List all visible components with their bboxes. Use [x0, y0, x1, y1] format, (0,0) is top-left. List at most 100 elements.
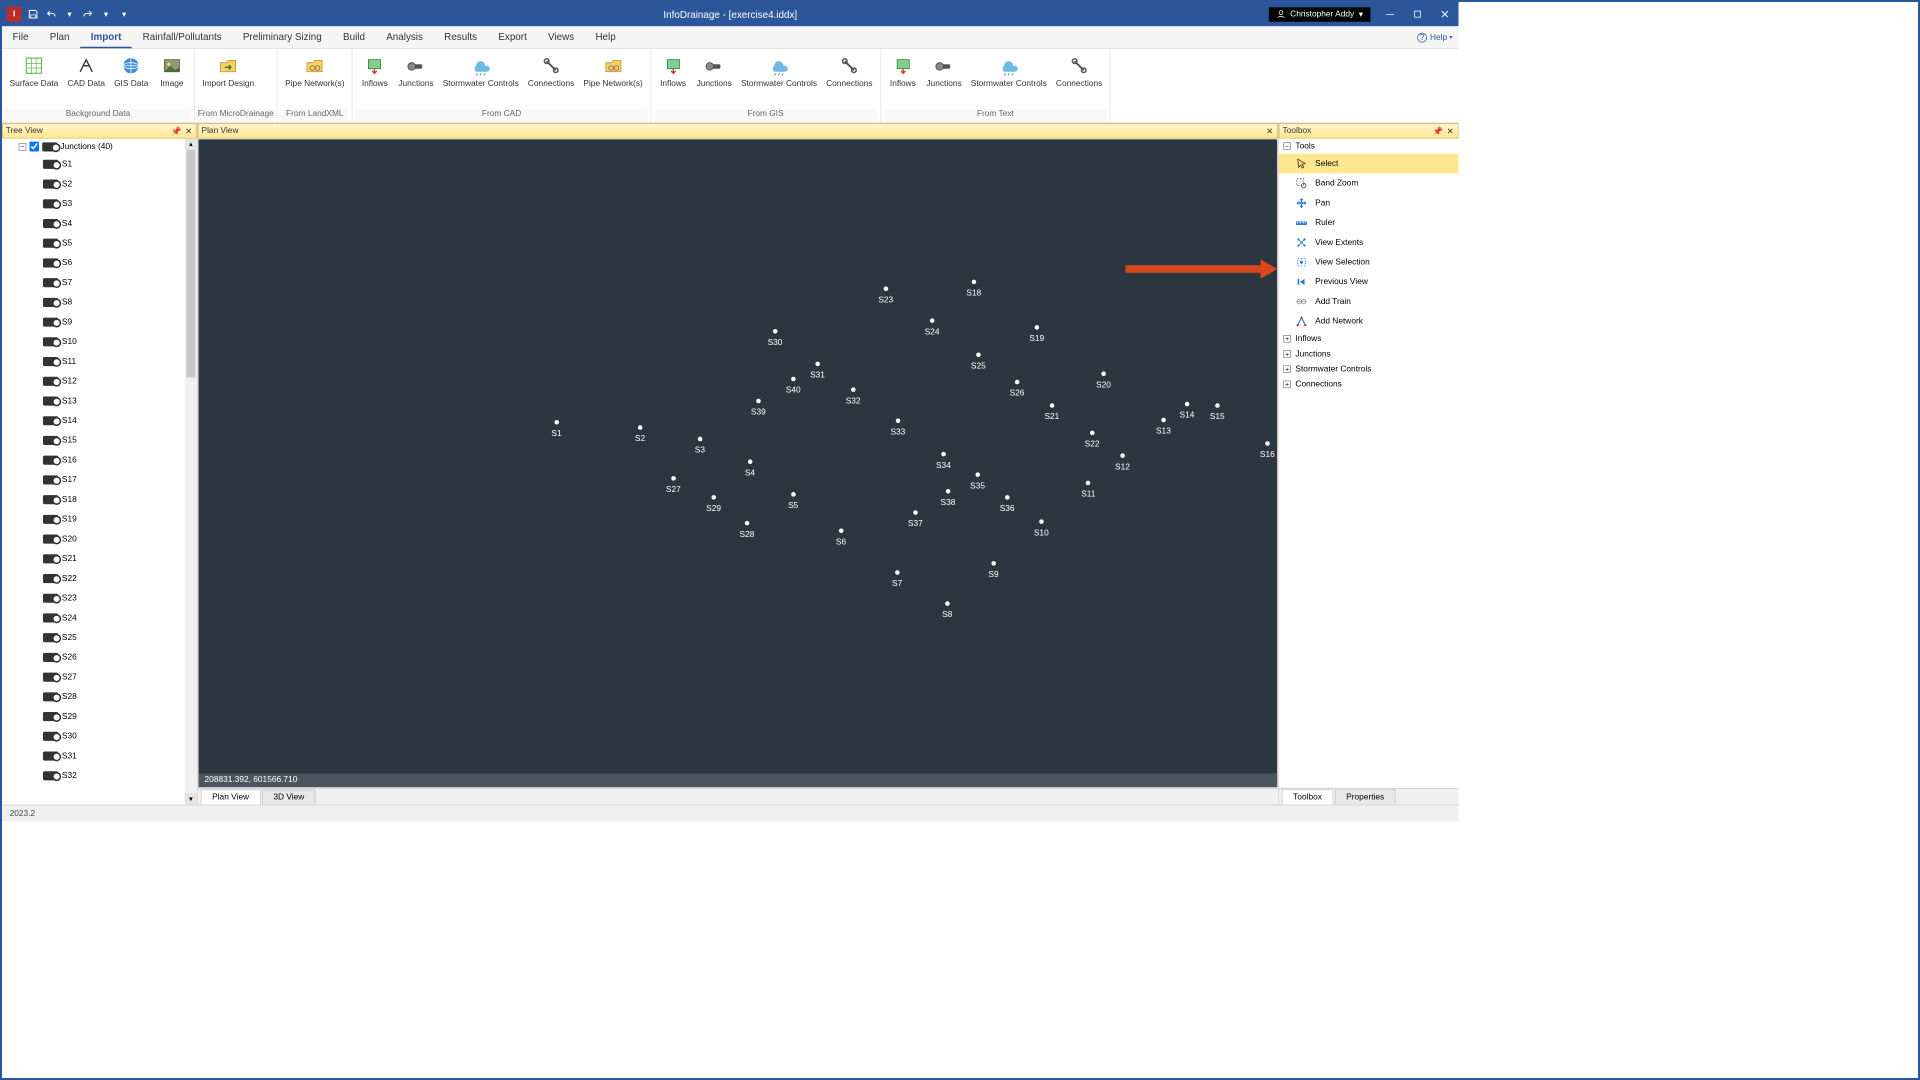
ribbon-pipe-networks-cad[interactable]: Pipe Network(s) — [579, 51, 647, 109]
node-s7[interactable]: S7 — [892, 570, 902, 588]
help-link[interactable]: ? Help ▾ — [1417, 32, 1452, 43]
node-s30[interactable]: S30 — [768, 329, 783, 347]
tree-item-s12[interactable]: S12 — [2, 371, 197, 391]
expand-icon[interactable]: + — [1283, 350, 1291, 358]
tree-item-s30[interactable]: S30 — [2, 726, 197, 746]
plan-view-header[interactable]: Plan View ✕ — [198, 123, 1278, 138]
node-s23[interactable]: S23 — [878, 286, 893, 304]
tab-toolbox[interactable]: Toolbox — [1282, 789, 1334, 804]
menu-tab-help[interactable]: Help — [585, 26, 627, 48]
node-s21[interactable]: S21 — [1044, 403, 1059, 421]
tree-item-s7[interactable]: S7 — [2, 273, 197, 293]
close-panel-icon[interactable]: ✕ — [1265, 126, 1274, 135]
node-s28[interactable]: S28 — [740, 521, 755, 539]
node-s5[interactable]: S5 — [788, 492, 798, 510]
node-s37[interactable]: S37 — [908, 510, 923, 528]
ribbon-surface-data[interactable]: Surface Data — [5, 51, 63, 109]
node-s4[interactable]: S4 — [745, 459, 755, 477]
ribbon-junctions-cad[interactable]: Junctions — [394, 51, 438, 109]
node-s14[interactable]: S14 — [1180, 402, 1195, 420]
expand-icon[interactable]: + — [1283, 381, 1291, 389]
ribbon-junctions-gis[interactable]: Junctions — [692, 51, 736, 109]
pin-icon[interactable]: 📌 — [172, 126, 181, 135]
tree-item-s25[interactable]: S25 — [2, 628, 197, 648]
tree-item-s2[interactable]: S2 — [2, 174, 197, 194]
tool-view-extents[interactable]: View Extents — [1279, 233, 1459, 253]
node-s35[interactable]: S35 — [970, 472, 985, 490]
menu-tab-results[interactable]: Results — [434, 26, 488, 48]
tree-item-s1[interactable]: S1 — [2, 154, 197, 174]
ribbon-stormwater-gis[interactable]: Stormwater Controls — [736, 51, 821, 109]
expand-icon[interactable]: + — [1283, 335, 1291, 343]
plan-canvas[interactable]: S40S39S38S37S36S35S34S33S32S31S30S29S28S… — [198, 139, 1277, 787]
tree-item-s11[interactable]: S11 — [2, 352, 197, 372]
ribbon-pipe-networks-xml[interactable]: Pipe Network(s) — [281, 51, 349, 109]
node-s16[interactable]: S16 — [1260, 441, 1275, 459]
tab-plan-view[interactable]: Plan View — [201, 789, 261, 804]
tree-item-s26[interactable]: S26 — [2, 648, 197, 668]
node-s33[interactable]: S33 — [890, 418, 905, 436]
pin-icon[interactable]: 📌 — [1433, 126, 1442, 135]
expand-icon[interactable]: + — [1283, 365, 1291, 373]
tree-scrollbar[interactable]: ▲ ▼ — [185, 139, 197, 805]
tool-ruler[interactable]: Ruler — [1279, 213, 1459, 233]
tools-group-header[interactable]: − Tools — [1279, 139, 1459, 154]
toolbox-header[interactable]: Toolbox 📌 ✕ — [1279, 123, 1459, 138]
menu-tab-export[interactable]: Export — [488, 26, 538, 48]
tree-item-s19[interactable]: S19 — [2, 510, 197, 530]
collapse-icon[interactable]: − — [1283, 142, 1291, 150]
node-s17[interactable]: S17 — [1296, 469, 1311, 487]
node-s32[interactable]: S32 — [846, 387, 861, 405]
ribbon-connections-cad[interactable]: Connections — [523, 51, 578, 109]
tree-item-s14[interactable]: S14 — [2, 411, 197, 431]
toolbox-group-connections[interactable]: +Connections — [1279, 377, 1459, 392]
menu-tab-import[interactable]: Import — [80, 26, 132, 48]
tree-root-junctions[interactable]: − Junctions (40) — [2, 139, 197, 155]
toolbox-group-junctions[interactable]: +Junctions — [1279, 346, 1459, 361]
node-s9[interactable]: S9 — [988, 561, 998, 579]
ribbon-connections-txt[interactable]: Connections — [1051, 51, 1106, 109]
tree-item-s31[interactable]: S31 — [2, 746, 197, 766]
tool-previous-view[interactable]: Previous View — [1279, 272, 1459, 292]
tree-item-s27[interactable]: S27 — [2, 667, 197, 687]
node-s26[interactable]: S26 — [1010, 380, 1025, 398]
save-icon[interactable] — [26, 7, 40, 21]
menu-tab-build[interactable]: Build — [332, 26, 375, 48]
node-s34[interactable]: S34 — [936, 452, 951, 470]
undo-dropdown-icon[interactable]: ▾ — [63, 7, 77, 21]
toolbox-group-stormwater-controls[interactable]: +Stormwater Controls — [1279, 362, 1459, 377]
menu-tab-analysis[interactable]: Analysis — [376, 26, 434, 48]
node-s18[interactable]: S18 — [966, 280, 981, 298]
node-s22[interactable]: S22 — [1085, 431, 1100, 449]
node-s13[interactable]: S13 — [1156, 418, 1171, 436]
tool-view-selection[interactable]: View Selection — [1279, 252, 1459, 272]
ribbon-inflows-txt[interactable]: Inflows — [884, 51, 922, 109]
ribbon-connections-gis[interactable]: Connections — [822, 51, 877, 109]
ribbon-import-design[interactable]: Import Design — [198, 51, 259, 109]
tree-item-s10[interactable]: S10 — [2, 332, 197, 352]
node-s40[interactable]: S40 — [786, 377, 801, 395]
junctions-checkbox[interactable] — [29, 142, 39, 152]
tool-select[interactable]: Select — [1279, 154, 1459, 174]
menu-tab-file[interactable]: File — [2, 26, 39, 48]
minimize-button[interactable] — [1377, 4, 1404, 25]
undo-icon[interactable] — [44, 7, 58, 21]
node-s3[interactable]: S3 — [695, 437, 705, 455]
node-s19[interactable]: S19 — [1029, 325, 1044, 343]
node-s20[interactable]: S20 — [1096, 371, 1111, 389]
ribbon-inflows-cad[interactable]: Inflows — [356, 51, 394, 109]
tree-item-s28[interactable]: S28 — [2, 687, 197, 707]
tree-item-s5[interactable]: S5 — [2, 233, 197, 253]
node-s39[interactable]: S39 — [751, 399, 766, 417]
tree-item-s15[interactable]: S15 — [2, 431, 197, 451]
user-account-button[interactable]: Christopher Addy ▾ — [1269, 7, 1371, 21]
tree-item-s16[interactable]: S16 — [2, 450, 197, 470]
menu-tab-preliminary-sizing[interactable]: Preliminary Sizing — [232, 26, 332, 48]
node-s36[interactable]: S36 — [1000, 495, 1015, 513]
node-s10[interactable]: S10 — [1034, 519, 1049, 537]
node-s38[interactable]: S38 — [941, 489, 956, 507]
tool-band-zoom[interactable]: Band Zoom — [1279, 173, 1459, 193]
scroll-up-icon[interactable]: ▲ — [185, 139, 197, 150]
tree-item-s20[interactable]: S20 — [2, 529, 197, 549]
menu-tab-plan[interactable]: Plan — [39, 26, 80, 48]
